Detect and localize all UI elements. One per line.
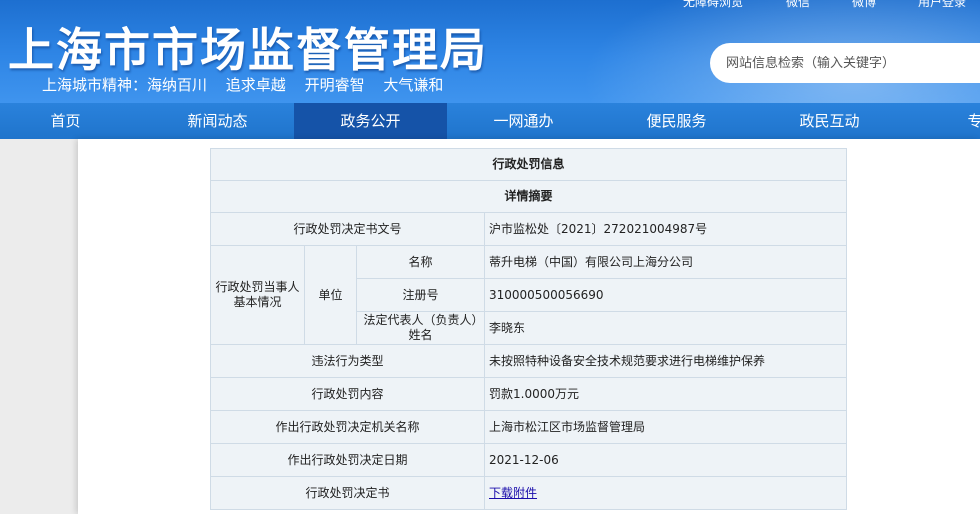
slogan: 上海城市精神：海纳百川 追求卓越 开明睿智 大气谦和 xyxy=(42,74,457,95)
unit-label: 单位 xyxy=(304,245,357,345)
decision-no-label: 行政处罚决定书文号 xyxy=(210,212,485,246)
nav-item-topics[interactable]: 专题 xyxy=(906,103,980,139)
nav-item-services[interactable]: 便民服务 xyxy=(600,103,753,139)
authority-label: 作出行政处罚决定机关名称 xyxy=(210,410,485,444)
reg-label: 注册号 xyxy=(356,278,485,312)
nav-item-home[interactable]: 首页 xyxy=(0,103,142,139)
slogan-item: 追求卓越 xyxy=(225,76,286,94)
content-label: 行政处罚内容 xyxy=(210,377,485,411)
accessibility-link[interactable]: 无障碍浏览 xyxy=(683,0,743,10)
date-value: 2021-12-06 xyxy=(483,443,848,477)
slogan-item: 开明睿智 xyxy=(304,76,365,94)
nav-item-interaction[interactable]: 政民互动 xyxy=(753,103,906,139)
party-label: 行政处罚当事人基本情况 xyxy=(210,245,305,345)
rep-label: 法定代表人（负责人）姓名 xyxy=(356,311,485,345)
download-attachment-link[interactable]: 下载附件 xyxy=(489,486,537,500)
table-subtitle: 详情摘要 xyxy=(209,180,848,213)
rep-value: 李晓东 xyxy=(483,311,848,345)
doc-cell: 下载附件 xyxy=(483,476,848,510)
name-value: 蒂升电梯（中国）有限公司上海分公司 xyxy=(483,245,848,279)
name-label: 名称 xyxy=(356,245,485,279)
penalty-info-table: 行政处罚信息 详情摘要 行政处罚决定书文号 沪市监松处〔2021〕2720210… xyxy=(209,148,848,510)
content-value: 罚款1.0000万元 xyxy=(483,377,848,411)
nav-item-one-stop[interactable]: 一网通办 xyxy=(447,103,600,139)
violation-value: 未按照特种设备安全技术规范要求进行电梯维护保养 xyxy=(483,344,848,378)
site-title: 上海市市场监督管理局 xyxy=(8,23,488,77)
violation-label: 违法行为类型 xyxy=(210,344,485,378)
authority-value: 上海市松江区市场监督管理局 xyxy=(483,410,848,444)
search-input[interactable] xyxy=(726,55,976,71)
weibo-link[interactable]: 微博 xyxy=(852,0,876,10)
slogan-label: 上海城市精神：海纳百川 xyxy=(42,76,208,94)
reg-value: 310000500056690 xyxy=(483,278,848,312)
search-box xyxy=(710,43,980,83)
slogan-item: 大气谦和 xyxy=(383,76,444,94)
site-header: 无障碍浏览 微信 微博 用户登录 上海市市场监督管理局 上海城市精神：海纳百川 … xyxy=(0,0,980,103)
top-links: 无障碍浏览 微信 微博 用户登录 xyxy=(0,0,980,10)
main-nav: 首页 新闻动态 政务公开 一网通办 便民服务 政民互动 专题 xyxy=(0,103,980,139)
wechat-link[interactable]: 微信 xyxy=(786,0,810,10)
date-label: 作出行政处罚决定日期 xyxy=(210,443,485,477)
decision-no-value: 沪市监松处〔2021〕272021004987号 xyxy=(483,212,848,246)
table-title: 行政处罚信息 xyxy=(209,148,848,181)
nav-item-government-affairs[interactable]: 政务公开 xyxy=(294,103,447,139)
doc-label: 行政处罚决定书 xyxy=(210,476,485,510)
login-link[interactable]: 用户登录 xyxy=(918,0,966,10)
nav-item-news[interactable]: 新闻动态 xyxy=(141,103,294,139)
